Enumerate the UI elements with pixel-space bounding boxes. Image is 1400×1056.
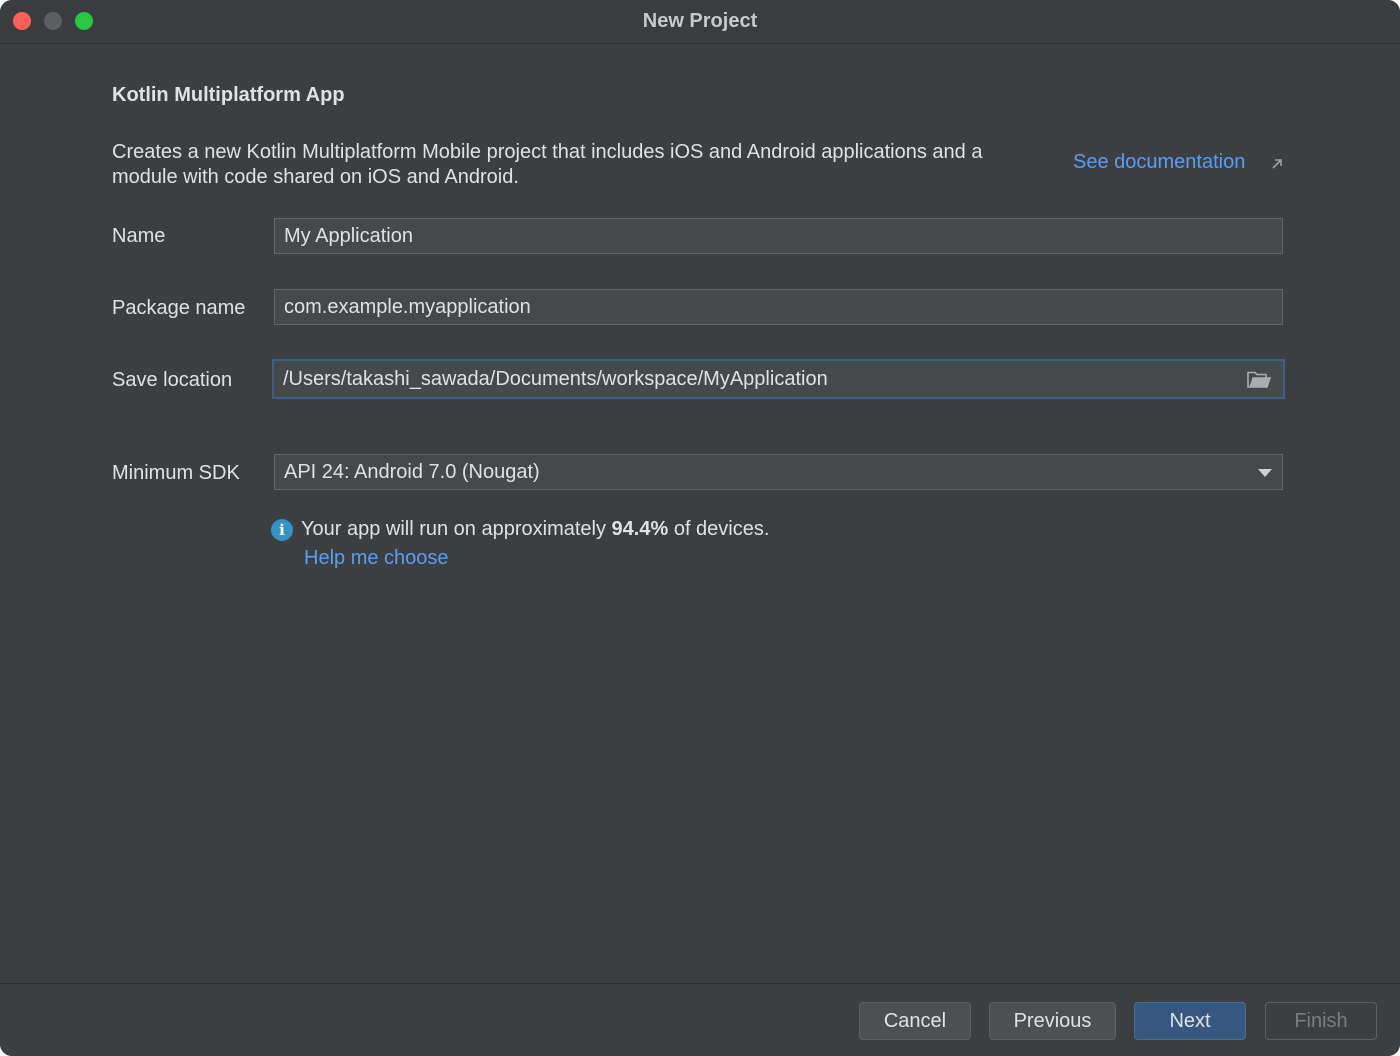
coverage-suffix: of devices. xyxy=(668,518,770,540)
package-name-field[interactable]: com.example.myapplication xyxy=(274,289,1283,325)
device-coverage-text: Your app will run on approximately 94.4%… xyxy=(301,518,769,541)
minimum-sdk-dropdown[interactable]: API 24: Android 7.0 (Nougat) xyxy=(274,454,1283,490)
external-link-icon[interactable] xyxy=(1270,157,1284,171)
minimum-sdk-selected: API 24: Android 7.0 (Nougat) xyxy=(284,461,540,483)
title-bar: New Project xyxy=(0,0,1400,44)
finish-button[interactable]: Finish xyxy=(1265,1002,1377,1040)
minimum-sdk-label: Minimum SDK xyxy=(112,462,240,484)
new-project-dialog: New Project Kotlin Multiplatform App Cre… xyxy=(0,0,1400,1056)
cancel-button[interactable]: Cancel xyxy=(859,1002,971,1040)
template-description: Creates a new Kotlin Multiplatform Mobil… xyxy=(112,141,983,188)
chevron-down-icon[interactable] xyxy=(1258,469,1272,477)
see-documentation-link[interactable]: See documentation xyxy=(1073,151,1245,174)
save-location-value: /Users/takashi_sawada/Documents/workspac… xyxy=(283,368,828,390)
dialog-content: Kotlin Multiplatform App Creates a new K… xyxy=(0,45,1400,983)
save-location-label: Save location xyxy=(112,369,233,391)
name-label: Name xyxy=(112,225,166,247)
window-title: New Project xyxy=(642,10,758,32)
name-field[interactable]: My Application xyxy=(274,218,1283,254)
dialog-footer: Cancel Previous Next Finish xyxy=(0,983,1400,1056)
help-me-choose-link[interactable]: Help me choose xyxy=(304,547,449,570)
info-icon: i xyxy=(271,519,293,541)
save-location-field[interactable]: /Users/takashi_sawada/Documents/workspac… xyxy=(272,359,1285,399)
previous-button[interactable]: Previous xyxy=(989,1002,1116,1040)
folder-browse-icon[interactable] xyxy=(1247,371,1271,389)
coverage-prefix: Your app will run on approximately xyxy=(301,518,612,540)
coverage-percent: 94.4% xyxy=(611,518,669,540)
page-title: Kotlin Multiplatform App xyxy=(112,84,345,106)
package-name-label: Package name xyxy=(112,297,246,319)
next-button[interactable]: Next xyxy=(1134,1002,1246,1040)
